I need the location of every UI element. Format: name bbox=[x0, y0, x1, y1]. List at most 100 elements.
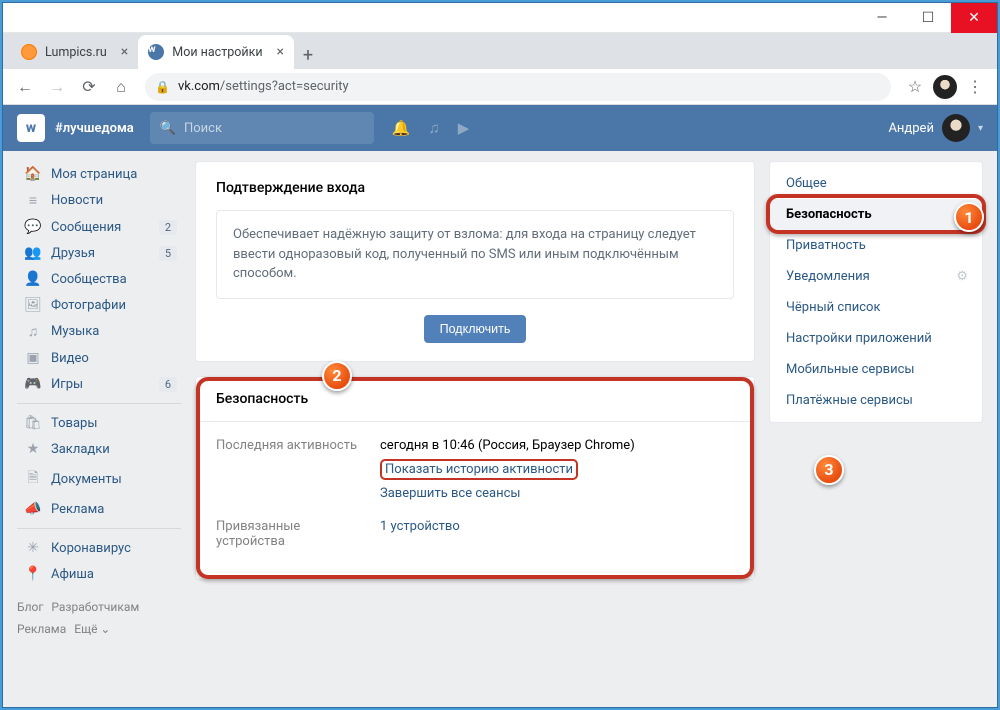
play-icon[interactable]: ▶ bbox=[458, 119, 470, 137]
search-icon: 🔍 bbox=[160, 121, 176, 136]
games-icon: 🎮 bbox=[23, 376, 43, 392]
nav-reload-button[interactable]: ⟳ bbox=[75, 73, 103, 101]
nav-back-button[interactable]: ← bbox=[11, 73, 39, 101]
nav-ads[interactable]: 📣Реклама bbox=[17, 496, 181, 522]
browser-tabstrip: Lumpics.ru × w Мои настройки × + bbox=[3, 33, 997, 69]
separator bbox=[17, 403, 181, 404]
new-tab-button[interactable]: + bbox=[294, 41, 322, 69]
footer-more[interactable]: Ещё ⌄ bbox=[74, 622, 110, 636]
nav-forward-button[interactable]: → bbox=[43, 73, 71, 101]
bookmark-icon: ★ bbox=[23, 441, 43, 457]
vk-logo-icon[interactable]: w bbox=[17, 114, 45, 142]
browser-tab-lumpics[interactable]: Lumpics.ru × bbox=[11, 35, 138, 69]
nav-friends[interactable]: 👥Друзья5 bbox=[17, 240, 181, 266]
notifications-icon[interactable]: 🔔 bbox=[392, 119, 411, 137]
market-icon: 🛍 bbox=[23, 415, 43, 431]
tab-close-icon[interactable]: × bbox=[277, 44, 284, 60]
nav-photos[interactable]: 🖼 Фотографии bbox=[17, 292, 181, 318]
url-host: vk.com bbox=[178, 79, 220, 94]
show-activity-history-link[interactable]: Показать историю активности bbox=[380, 459, 578, 480]
nav-label: Коронавирус bbox=[51, 541, 131, 556]
window-maximize-button[interactable]: ☐ bbox=[905, 3, 951, 33]
nav-market[interactable]: 🛍 Товары bbox=[17, 410, 181, 436]
username: Андрей bbox=[888, 121, 934, 136]
gear-icon[interactable]: ⚙ bbox=[956, 269, 968, 284]
settings-tab-security[interactable]: Безопасность bbox=[770, 199, 982, 230]
window-close-button[interactable]: ✕ bbox=[951, 3, 997, 33]
settings-tab-app-settings[interactable]: Настройки приложений bbox=[770, 323, 982, 354]
document-icon: 🗎 bbox=[23, 467, 43, 491]
nav-messages[interactable]: 💬Сообщения2 bbox=[17, 214, 181, 240]
messages-icon: 💬 bbox=[23, 219, 43, 235]
nav-label: Фотографии bbox=[51, 298, 126, 313]
tab-title: Мои настройки bbox=[172, 45, 262, 60]
main-content: Подтверждение входа Обеспечивает надёжну… bbox=[195, 161, 755, 697]
vk-user-menu[interactable]: Андрей ▾ bbox=[888, 114, 983, 142]
two-factor-card: Подтверждение входа Обеспечивает надёжну… bbox=[195, 161, 755, 362]
tab-close-icon[interactable]: × bbox=[121, 44, 128, 60]
feed-icon: ≡ bbox=[23, 192, 43, 209]
pin-icon: 📍 bbox=[23, 566, 43, 582]
user-avatar-icon bbox=[942, 114, 970, 142]
nav-label: Сообщества bbox=[51, 272, 127, 287]
settings-tab-privacy[interactable]: Приватность bbox=[770, 230, 982, 261]
ads-icon: 📣 bbox=[23, 501, 43, 517]
nav-label: Игры bbox=[51, 377, 83, 392]
settings-tab-mobile[interactable]: Мобильные сервисы bbox=[770, 354, 982, 385]
nav-my-page[interactable]: 🏠Моя страница bbox=[17, 161, 181, 187]
search-placeholder: Поиск bbox=[184, 121, 222, 136]
vk-header-icons: 🔔 ♫ ▶ bbox=[392, 119, 469, 137]
two-factor-title: Подтверждение входа bbox=[216, 180, 734, 196]
window-titlebar: — ☐ ✕ bbox=[3, 3, 997, 33]
annotation-marker-1: 1 bbox=[954, 202, 984, 232]
bookmark-star-icon[interactable]: ☆ bbox=[901, 73, 929, 101]
footer-ads[interactable]: Реклама bbox=[17, 622, 66, 636]
nav-corona[interactable]: ✳ Коронавирус bbox=[17, 535, 181, 561]
badge: 5 bbox=[159, 246, 177, 261]
nav-bookmarks[interactable]: ★Закладки bbox=[17, 436, 181, 462]
nav-label: Товары bbox=[51, 416, 97, 431]
music-icon[interactable]: ♫ bbox=[428, 119, 439, 137]
security-card: Безопасность Последняя активность сегодн… bbox=[195, 376, 755, 580]
nav-communities[interactable]: 👤Сообщества bbox=[17, 266, 181, 292]
settings-tab-notifications[interactable]: Уведомления⚙ bbox=[770, 261, 982, 292]
address-bar[interactable]: 🔒 vk.com/settings?act=security bbox=[145, 73, 891, 101]
left-nav: 🏠Моя страница ≡Новости 💬Сообщения2 👥Друз… bbox=[17, 161, 181, 697]
two-factor-description: Обеспечивает надёжную защиту от взлома: … bbox=[216, 210, 734, 299]
last-activity-value: сегодня в 10:46 (Россия, Браузер Chrome) bbox=[380, 438, 635, 453]
nav-label: Сообщения bbox=[51, 220, 121, 235]
nav-music[interactable]: ♫Музыка bbox=[17, 318, 181, 345]
separator bbox=[17, 528, 181, 529]
browser-tab-vk-settings[interactable]: w Мои настройки × bbox=[138, 35, 294, 69]
settings-nav: Общее Безопасность Приватность Уведомлен… bbox=[769, 161, 983, 423]
annotation-marker-3: 3 bbox=[814, 455, 844, 485]
footer-blog[interactable]: Блог bbox=[17, 600, 43, 614]
nav-label: Друзья bbox=[51, 246, 95, 261]
nav-games[interactable]: 🎮 Игры 6 bbox=[17, 371, 181, 397]
nav-label: Моя страница bbox=[51, 167, 137, 182]
footer-dev[interactable]: Разработчикам bbox=[51, 600, 139, 614]
nav-home-button[interactable]: ⌂ bbox=[107, 73, 135, 101]
nav-news[interactable]: ≡Новости bbox=[17, 187, 181, 214]
settings-tab-blacklist[interactable]: Чёрный список bbox=[770, 292, 982, 323]
browser-menu-button[interactable]: ⋮ bbox=[961, 73, 989, 101]
end-all-sessions-link[interactable]: Завершить все сеансы bbox=[380, 486, 734, 501]
settings-tab-payments[interactable]: Платёжные сервисы bbox=[770, 385, 982, 416]
nav-documents[interactable]: 🗎Документы bbox=[17, 462, 181, 496]
devices-link[interactable]: 1 устройство bbox=[380, 519, 460, 534]
settings-tab-general[interactable]: Общее bbox=[770, 168, 982, 199]
video-icon: ▣ bbox=[23, 350, 43, 366]
vk-hashtag[interactable]: #лучшедома bbox=[55, 121, 134, 136]
search-input[interactable]: 🔍 Поиск bbox=[150, 112, 374, 144]
profile-avatar-icon[interactable] bbox=[933, 75, 957, 99]
virus-icon: ✳ bbox=[23, 540, 43, 556]
badge: 6 bbox=[159, 377, 177, 392]
enable-two-factor-button[interactable]: Подключить bbox=[424, 315, 527, 343]
nav-video[interactable]: ▣Видео bbox=[17, 345, 181, 371]
music-nav-icon: ♫ bbox=[23, 323, 43, 340]
photos-icon: 🖼 bbox=[23, 297, 43, 313]
tab-title: Lumpics.ru bbox=[45, 45, 107, 60]
window-minimize-button[interactable]: — bbox=[859, 3, 905, 33]
nav-events[interactable]: 📍Афиша bbox=[17, 561, 181, 587]
favicon-vk-icon: w bbox=[148, 44, 164, 60]
